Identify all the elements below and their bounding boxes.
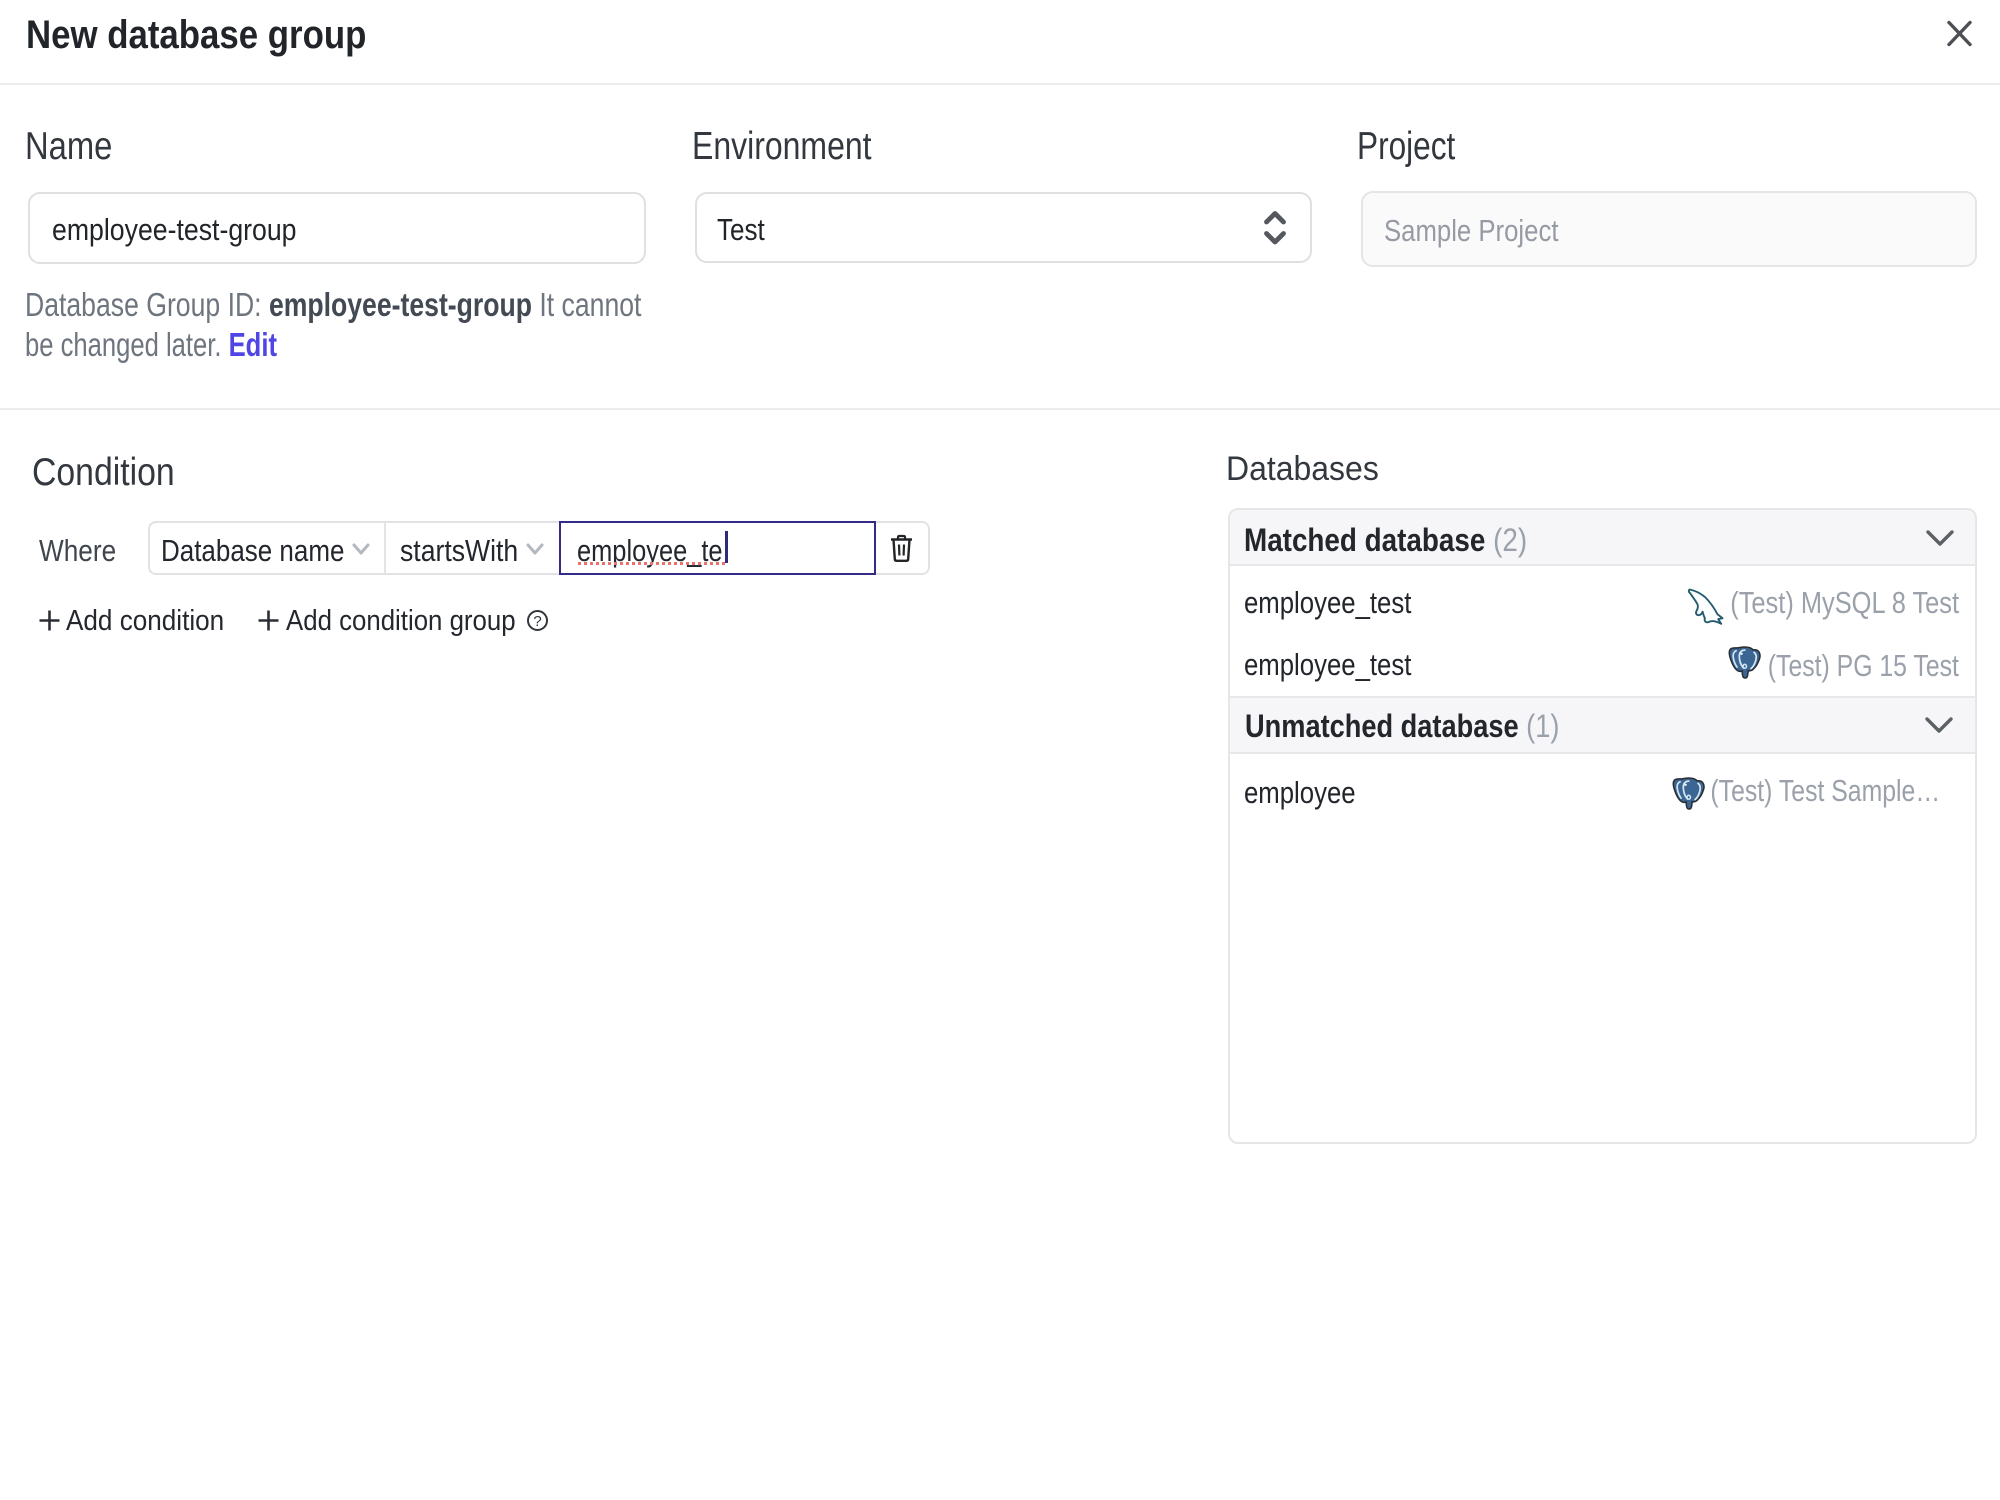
svg-text:?: ? bbox=[533, 613, 541, 630]
